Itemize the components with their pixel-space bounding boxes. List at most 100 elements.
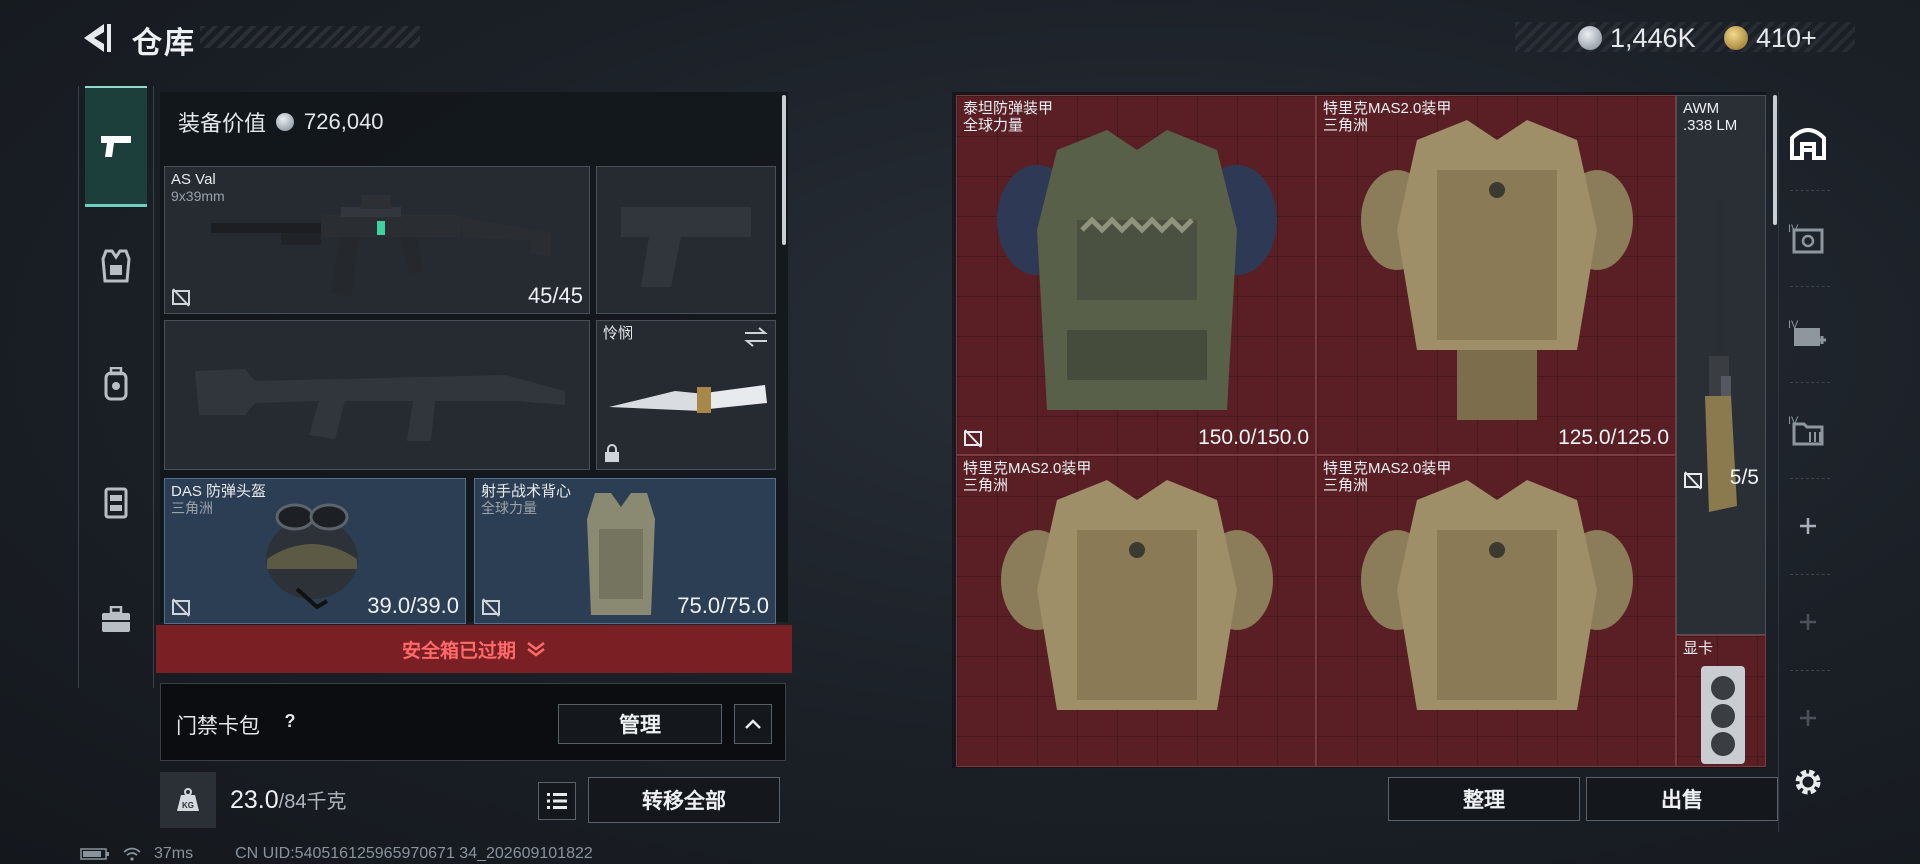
swap-icon[interactable] (743, 327, 769, 347)
primary-weapon-slot[interactable]: AS Val 9x39mm 45/45 (164, 166, 590, 314)
safe-box-icon: IV (1788, 223, 1824, 254)
weight-icon: KG (177, 788, 199, 811)
armor-image (1361, 120, 1633, 420)
backpack-icon (104, 367, 128, 401)
add-storage-tab-button[interactable] (1782, 688, 1834, 748)
manage-button[interactable]: 管理 (558, 704, 722, 744)
pistol-silhouette-icon (621, 207, 751, 287)
help-button[interactable]: ? (279, 711, 301, 733)
plus-icon (1800, 614, 1816, 630)
helmet-name: DAS 防弹头盔 (171, 483, 267, 500)
helmet-slot[interactable]: DAS 防弹头盔 三角洲 39.0/39.0 (164, 478, 466, 624)
tab-armor[interactable] (85, 208, 147, 324)
gold-coin-icon (1724, 26, 1748, 50)
add-storage-tab-button[interactable] (1782, 592, 1834, 652)
list-view-button[interactable] (538, 782, 576, 820)
pistol-icon (101, 136, 131, 157)
item-caliber: .338 LM (1683, 117, 1738, 134)
tab-weapons[interactable] (85, 86, 147, 207)
item-ammo: 5/5 (1729, 466, 1759, 489)
storage-item[interactable]: AWM .338 LM 5/5 (1676, 95, 1766, 635)
helmet-durability: 39.0/39.0 (367, 593, 459, 618)
storage-item[interactable]: 特里克MAS2.0装甲 三角洲 (1316, 455, 1676, 767)
second-primary-slot[interactable] (164, 320, 590, 470)
no-insure-icon (172, 288, 190, 307)
tab-chest-rig[interactable] (85, 444, 147, 560)
lock-icon (605, 444, 619, 462)
armor-image (997, 130, 1277, 410)
rifle-image (211, 195, 551, 297)
tab-backpack[interactable] (85, 326, 147, 442)
storage-item[interactable]: 特里克MAS2.0装甲 三角洲 (956, 455, 1316, 767)
toolbox-icon (102, 606, 130, 632)
back-button[interactable] (78, 20, 114, 56)
warehouse-icon (1790, 128, 1826, 160)
storage-item[interactable]: 显卡 (1676, 635, 1766, 767)
sort-button[interactable]: 整理 (1388, 777, 1580, 821)
rifle-silhouette-icon (195, 369, 565, 441)
weapon-ammo: 45/45 (527, 283, 583, 308)
melee-slot[interactable]: 怜悯 (596, 320, 776, 470)
wifi-icon (123, 847, 141, 861)
folder-icon: IV (1788, 415, 1824, 446)
page-title: 仓库 (132, 27, 196, 60)
uid-text: CN UID:540516125965970671 34_20260910182… (235, 845, 593, 862)
equipment-value-amount: 726,040 (304, 109, 384, 134)
collapse-button[interactable] (734, 704, 772, 744)
settings-button[interactable] (1782, 752, 1834, 812)
item-name: AWM (1683, 100, 1720, 117)
knife-image (609, 385, 767, 413)
storage-tab-1[interactable]: IV (1782, 208, 1834, 268)
medkit-icon: IV (1788, 319, 1826, 346)
transfer-all-button[interactable]: 转移全部 (588, 777, 780, 823)
sell-button[interactable]: 出售 (1586, 777, 1778, 821)
equipment-value-label: 装备价值 (178, 111, 267, 136)
chevron-up-icon (745, 719, 761, 729)
helmet-image (266, 503, 358, 609)
tab-case[interactable] (85, 562, 147, 678)
sidebar-divider (1790, 478, 1830, 479)
category-tab-column (78, 86, 154, 688)
chevron-down-icon (527, 642, 545, 657)
storage-item[interactable]: 特里克MAS2.0装甲 三角洲 125.0/125.0 (1316, 95, 1676, 455)
no-insure-icon (482, 598, 500, 617)
silver-coin-icon (1578, 26, 1602, 50)
status-bar: 37ms CN UID:540516125965970671 34_202609… (80, 845, 593, 863)
keycard-label: 门禁卡包 (176, 715, 260, 738)
safebox-expired-bar[interactable]: 安全箱已过期 (156, 625, 792, 673)
list-icon (547, 793, 567, 809)
storage-tab-3[interactable]: IV (1782, 400, 1834, 460)
secondary-weapon-slot[interactable] (596, 166, 776, 314)
no-insure-icon (964, 429, 982, 448)
gold-amount: 410+ (1756, 22, 1817, 53)
vest-name: 射手战术背心 (481, 483, 572, 500)
storage-tab-2[interactable]: IV (1782, 304, 1834, 364)
weight-icon-box: KG (160, 772, 216, 828)
vest-slot[interactable]: 射手战术背心 全球力量 75.0/75.0 (474, 478, 776, 624)
no-insure-icon (172, 598, 190, 617)
weight-max: /84千克 (278, 791, 347, 813)
silver-currency[interactable]: 1,446K (1578, 20, 1696, 56)
plus-icon (1800, 518, 1816, 534)
weight-readout: 23.0/84千克 (230, 785, 346, 815)
title-decoration (200, 26, 420, 48)
armor-image (1001, 480, 1273, 710)
sidebar-divider (1790, 670, 1830, 671)
sidebar-divider (1790, 574, 1830, 575)
gold-currency[interactable]: 410+ (1724, 20, 1817, 56)
armor-image (1361, 480, 1633, 710)
item-durability: 150.0/150.0 (1198, 426, 1309, 449)
svg-text:KG: KG (182, 801, 194, 810)
add-storage-tab-button[interactable] (1782, 496, 1834, 556)
vest-image (587, 493, 655, 615)
storage-scrollbar[interactable] (1773, 95, 1777, 225)
equipment-value: 装备价值 726,040 (178, 106, 384, 138)
storage-tab-all[interactable] (1782, 112, 1834, 172)
safebox-status: 安全箱已过期 (401, 640, 516, 662)
ping-value: 37ms (154, 845, 194, 862)
sidebar-divider (1790, 382, 1830, 383)
storage-item[interactable]: 泰坦防弹装甲 全球力量 150.0/150.0 (956, 95, 1316, 455)
plus-icon (1800, 710, 1816, 726)
loadout-scrollbar[interactable] (782, 95, 786, 245)
battery-icon (80, 848, 109, 860)
